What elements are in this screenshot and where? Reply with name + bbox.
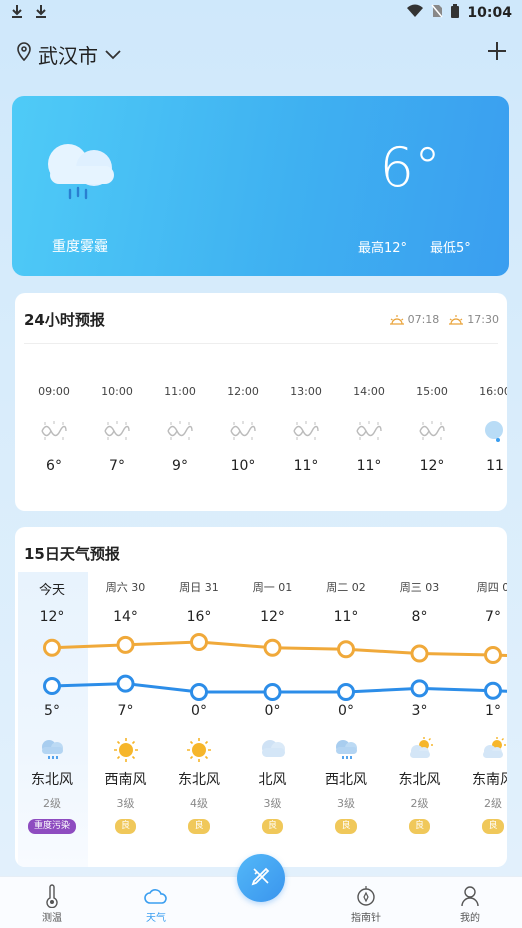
high-temp-point xyxy=(484,646,502,664)
hourly-item: 10:00 7° xyxy=(92,385,142,474)
haze-icon xyxy=(218,420,268,444)
hour-time: 14:00 xyxy=(353,385,385,398)
download-icon xyxy=(10,4,24,22)
sun-times: 07:18 17:30 xyxy=(389,313,499,326)
sunrise-icon xyxy=(389,314,404,326)
hour-time: 15:00 xyxy=(416,385,448,398)
city-selector[interactable]: 武汉市 xyxy=(16,40,122,69)
hour-temp: 11° xyxy=(293,458,319,474)
today-high: 最高12° xyxy=(358,241,408,256)
hourly-forecast-card: 24小时预报 07:18 17:30 09:00 6° 10:00 7° 11:00 9°… xyxy=(15,293,507,511)
hour-time: 13:00 xyxy=(290,385,322,398)
user-icon xyxy=(440,883,500,909)
low-temp-point xyxy=(43,677,61,695)
haze-icon xyxy=(281,420,331,444)
rain-icon xyxy=(470,420,507,444)
divider xyxy=(24,343,498,344)
hour-temp: 11 xyxy=(486,458,504,474)
sunrise-time: 07:18 xyxy=(407,313,440,326)
ruler-pencil-icon xyxy=(249,864,273,892)
hour-time: 10:00 xyxy=(101,385,133,398)
battery-icon xyxy=(451,4,460,22)
hourly-item: 14:00 11° xyxy=(344,385,394,474)
hour-time: 11:00 xyxy=(164,385,196,398)
high-temp-point xyxy=(263,638,282,657)
haze-icon xyxy=(92,420,142,444)
hour-time: 16:00 xyxy=(479,385,507,398)
hour-time: 12:00 xyxy=(227,385,259,398)
high-temp-point xyxy=(337,640,355,659)
cloud-rain-icon xyxy=(42,136,118,206)
tab-weather[interactable]: 天气 xyxy=(126,883,186,924)
compass-icon xyxy=(336,883,396,909)
tab-thermometer[interactable]: 测温 xyxy=(22,883,82,924)
tab-label: 我的 xyxy=(460,913,480,924)
status-bar: 10:04 xyxy=(0,0,522,26)
hour-time: 09:00 xyxy=(38,385,70,398)
low-temp-point xyxy=(337,683,355,701)
chevron-down-icon xyxy=(104,42,122,66)
hour-temp: 9° xyxy=(172,458,188,474)
wifi-icon xyxy=(407,4,424,22)
tab-compass[interactable]: 指南针 xyxy=(336,883,396,924)
high-temp-point xyxy=(116,635,135,654)
hour-temp: 10° xyxy=(230,458,256,474)
header: 武汉市 xyxy=(0,34,522,74)
sunset-time: 17:30 xyxy=(467,313,499,326)
cloud-icon xyxy=(126,883,186,909)
low-temp-point xyxy=(484,681,502,700)
low-temp-point xyxy=(116,674,135,693)
hourly-item: 16:00 11 xyxy=(470,385,507,474)
hour-temp: 11° xyxy=(356,458,382,474)
hourly-item: 09:00 6° xyxy=(29,385,79,474)
high-temp-point xyxy=(410,644,429,663)
city-name: 武汉市 xyxy=(38,43,98,68)
tab-label: 指南针 xyxy=(351,913,381,924)
haze-icon xyxy=(29,420,79,444)
add-city-button[interactable] xyxy=(486,36,508,69)
high-temp-point xyxy=(43,638,61,657)
temperature-trend-chart xyxy=(43,632,507,701)
haze-icon xyxy=(407,420,457,444)
center-action-button[interactable] xyxy=(237,854,285,902)
today-low: 最低5° xyxy=(430,241,471,256)
low-temp-point xyxy=(410,679,429,698)
status-time: 10:04 xyxy=(467,5,512,21)
current-weather-desc: 重度雾霾 xyxy=(52,239,108,255)
hour-temp: 7° xyxy=(109,458,125,474)
no-sim-icon xyxy=(431,4,443,22)
hourly-item: 13:00 11° xyxy=(281,385,331,474)
tab-profile[interactable]: 我的 xyxy=(440,883,500,924)
current-temp: 6° xyxy=(379,136,441,199)
sunset-icon xyxy=(449,314,464,326)
hourly-item: 11:00 9° xyxy=(155,385,205,474)
current-weather-card: 重度雾霾 6° 最高12° 最低5° xyxy=(12,96,509,276)
hourly-title: 24小时预报 xyxy=(24,311,105,329)
hour-temp: 6° xyxy=(46,458,62,474)
haze-icon xyxy=(155,420,205,444)
location-pin-icon xyxy=(16,41,32,67)
thermometer-icon xyxy=(22,883,82,909)
hour-temp: 12° xyxy=(419,458,445,474)
high-temp-point xyxy=(190,632,208,651)
daily-forecast-card: 15日天气预报 今天 12° 5° 东北风 2级 重度污染 周六 30 14° 7° 西南风 3级良… xyxy=(15,527,507,867)
tab-label: 测温 xyxy=(42,913,62,924)
low-temp-point xyxy=(190,683,208,701)
low-temp-point xyxy=(263,683,282,701)
hourly-item: 12:00 10° xyxy=(218,385,268,474)
tab-label: 天气 xyxy=(146,913,166,924)
download-icon xyxy=(34,4,48,22)
haze-icon xyxy=(344,420,394,444)
hourly-item: 15:00 12° xyxy=(407,385,457,474)
